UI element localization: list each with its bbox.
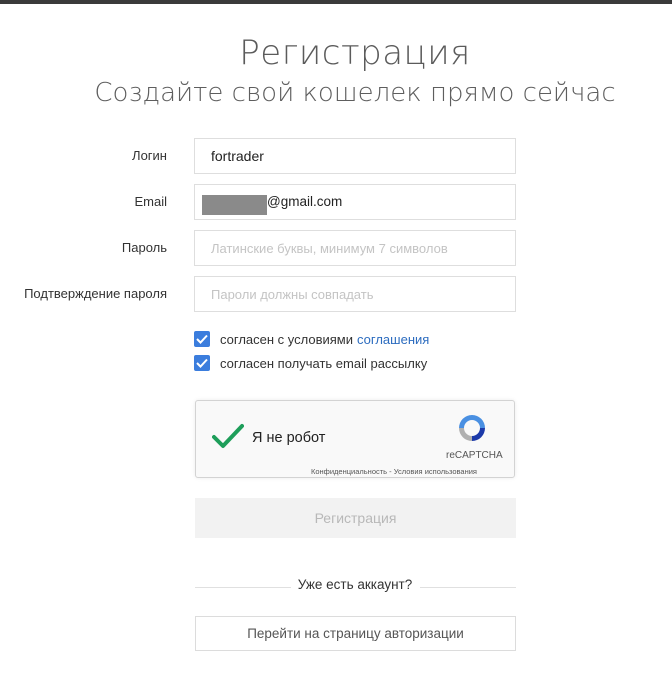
checkmark-icon [196,358,208,368]
terms-checkbox-row: согласен с условиями соглашения [194,330,429,348]
checkmark-icon [196,334,208,344]
go-to-login-button[interactable]: Перейти на страницу авторизации [195,616,516,651]
page-title: Регистрация [239,33,471,73]
top-bar [0,0,672,4]
password-label: Пароль [121,240,167,255]
recaptcha-logo-icon [459,415,485,441]
recaptcha-checkmark-icon[interactable] [212,423,244,451]
recaptcha-label: Я не робот [252,430,326,446]
confirm-password-field-wrapper [194,276,516,312]
login-row: Логин [0,138,672,174]
recaptcha-widget: Я не робот reCAPTCHA Конфиденциальность … [195,400,515,478]
login-label: Логин [132,148,167,163]
register-button[interactable]: Регистрация [195,498,516,538]
confirm-password-label: Подтверждение пароля [24,286,167,301]
newsletter-checkbox[interactable] [194,355,210,371]
existing-account-text: Уже есть аккаунт? [297,577,413,592]
confirm-password-input[interactable] [195,277,515,311]
login-input[interactable] [195,139,515,173]
terms-link[interactable]: соглашения [357,332,429,347]
newsletter-checkbox-row: согласен получать email рассылку [194,354,427,372]
email-label: Email [134,194,167,209]
email-field[interactable]: @gmail.com [194,184,516,220]
confirm-password-row: Подтверждение пароля [0,276,672,312]
recaptcha-brand: reCAPTCHA [446,450,503,461]
email-redaction [202,195,267,215]
email-value: @gmail.com [267,194,343,209]
password-input[interactable] [195,231,515,265]
login-field-wrapper [194,138,516,174]
recaptcha-links[interactable]: Конфиденциальность - Условия использован… [311,467,477,476]
newsletter-text: согласен получать email рассылку [220,355,428,371]
password-row: Пароль [0,230,672,266]
password-field-wrapper [194,230,516,266]
terms-text: согласен с условиями [220,331,354,347]
terms-checkbox[interactable] [194,331,210,347]
email-row: Email @gmail.com [0,184,672,220]
page-subtitle: Создайте свой кошелек прямо сейчас [94,78,616,108]
